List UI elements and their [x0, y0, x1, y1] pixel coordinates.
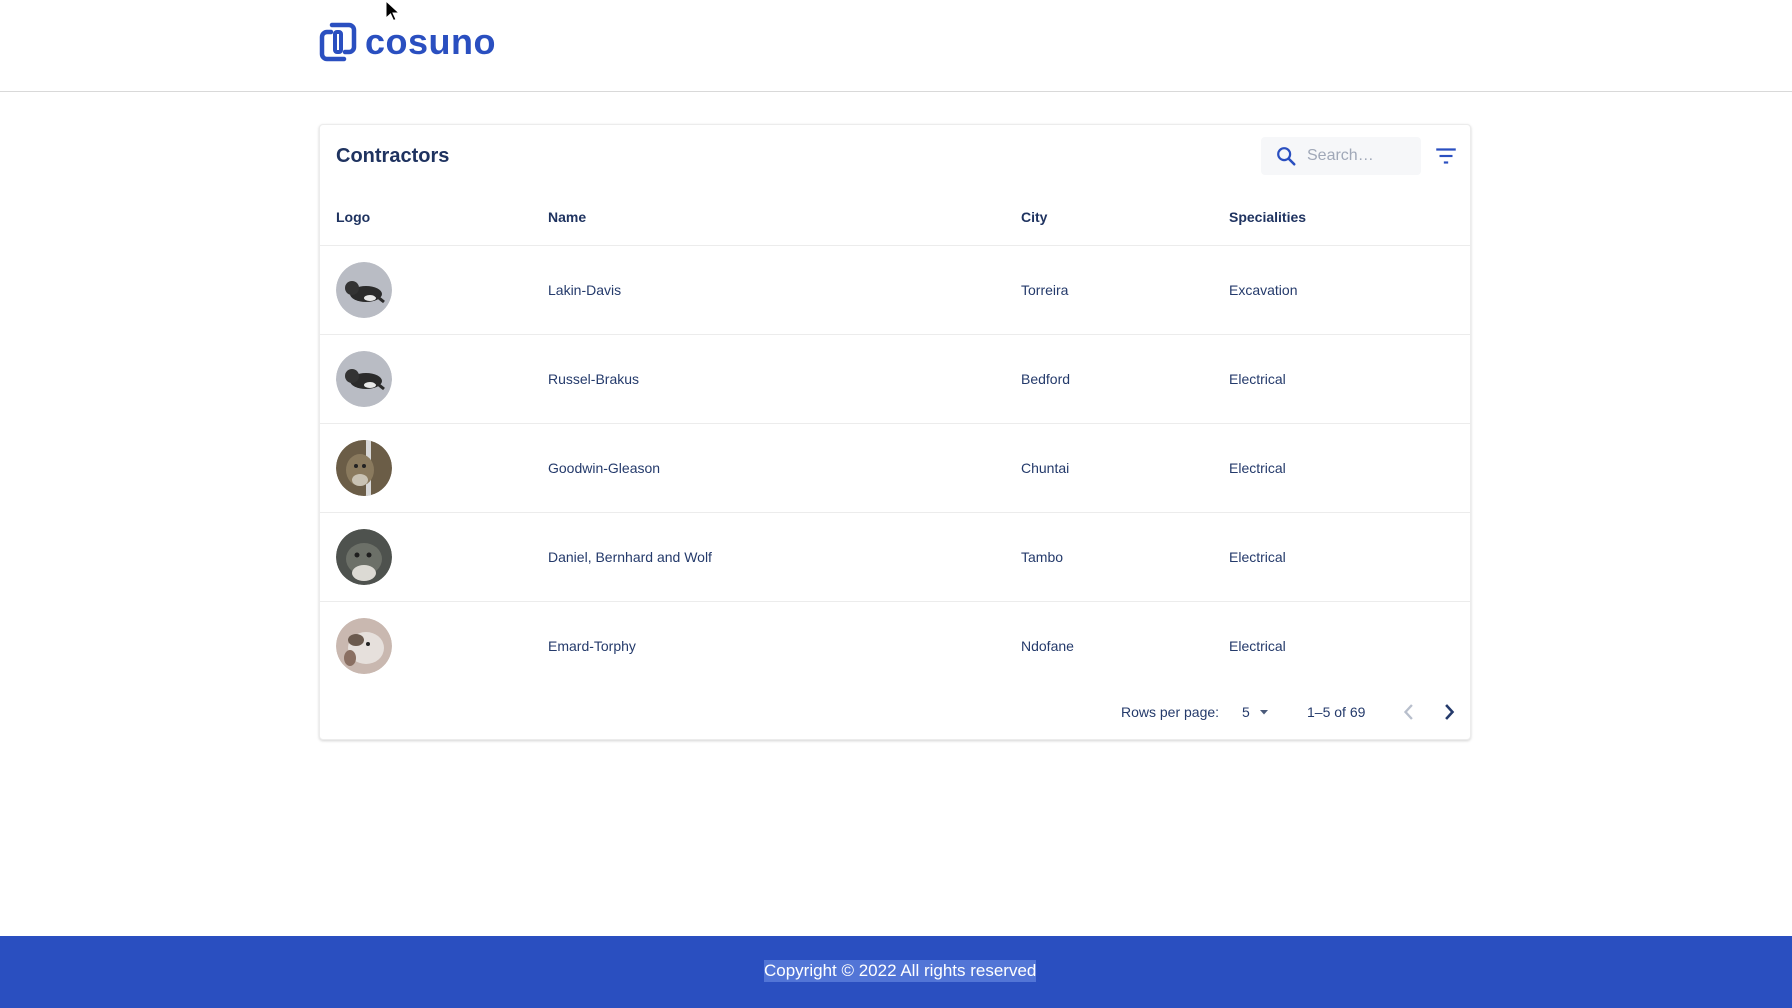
name-cell: Daniel, Bernhard and Wolf	[532, 512, 1005, 602]
search-icon	[1277, 147, 1296, 166]
filter-icon[interactable]	[1433, 143, 1459, 169]
search-box[interactable]	[1261, 137, 1421, 175]
logo-cell	[320, 423, 532, 513]
rows-per-page-select[interactable]: 5	[1242, 697, 1270, 727]
brand-name: cosuno	[365, 21, 497, 62]
table-row[interactable]: Goodwin-Gleason Chuntai Electrical	[320, 423, 1470, 513]
card-toolbar: Contractors	[320, 125, 1470, 189]
top-header: cosuno	[0, 0, 1792, 92]
speciality-cell: Electrical	[1213, 334, 1470, 424]
caret-down-icon	[1259, 710, 1268, 715]
contractors-table: Logo Name City Specialities Lakin-Davis …	[320, 189, 1470, 690]
speciality-cell: Electrical	[1213, 423, 1470, 513]
column-header-city[interactable]: City	[1005, 189, 1213, 246]
chevron-left-icon[interactable]	[1395, 698, 1423, 726]
speciality-cell: Electrical	[1229, 638, 1286, 654]
pagination-range: 1–5 of 69	[1307, 704, 1366, 720]
table-row[interactable]: Emard-Torphy Ndofane Electrical	[320, 602, 1470, 691]
city-cell: Torreira	[1005, 245, 1213, 335]
city-cell: Chuntai	[1005, 423, 1213, 513]
card-title: Contractors	[336, 145, 450, 167]
avatar	[336, 618, 392, 674]
column-header-name[interactable]: Name	[532, 189, 1005, 246]
rows-per-page-label: Rows per page:	[1121, 704, 1220, 720]
table-pagination: Rows per page: 5 1–5 of 69	[320, 687, 1470, 739]
avatar	[336, 262, 392, 318]
logo-cell	[320, 512, 532, 602]
contractors-card: Contractors Logo Name City	[319, 124, 1471, 740]
logo-cell	[320, 245, 532, 335]
avatar	[336, 351, 392, 407]
table-row[interactable]: Daniel, Bernhard and Wolf Tambo Electric…	[320, 512, 1470, 602]
name-cell: Russel-Brakus	[532, 334, 1005, 424]
page-footer: Copyright © 2022 All rights reserved	[0, 936, 1792, 1008]
search-input[interactable]	[1305, 146, 1419, 166]
name-cell: Emard-Torphy	[548, 638, 636, 654]
table-header-row: Logo Name City Specialities	[320, 189, 1470, 246]
name-cell: Lakin-Davis	[532, 245, 1005, 335]
speciality-cell: Excavation	[1213, 245, 1470, 335]
logo-cell	[320, 602, 532, 691]
copyright-text: Copyright © 2022 All rights reserved	[764, 960, 1037, 982]
table-row[interactable]: Lakin-Davis Torreira Excavation	[320, 245, 1470, 335]
logo-cell	[320, 334, 532, 424]
brand-logo[interactable]: cosuno	[319, 22, 496, 62]
mouse-cursor-icon	[385, 0, 401, 22]
city-cell: Tambo	[1005, 512, 1213, 602]
column-header-logo[interactable]: Logo	[320, 189, 532, 246]
name-cell: Goodwin-Gleason	[532, 423, 1005, 513]
rows-per-page-value: 5	[1242, 704, 1250, 720]
page: cosuno Contractors Search… Logo Name Cit…	[0, 0, 1792, 1008]
column-header-specialities[interactable]: Specialities	[1213, 189, 1470, 246]
avatar	[336, 529, 392, 585]
cosuno-logo-icon	[319, 22, 357, 62]
speciality-cell: Electrical	[1213, 512, 1470, 602]
chevron-right-icon[interactable]	[1435, 698, 1463, 726]
city-cell: Bedford	[1005, 334, 1213, 424]
table-row[interactable]: Russel-Brakus Bedford Electrical	[320, 334, 1470, 424]
city-cell: Ndofane	[1021, 638, 1074, 654]
avatar	[336, 440, 392, 496]
